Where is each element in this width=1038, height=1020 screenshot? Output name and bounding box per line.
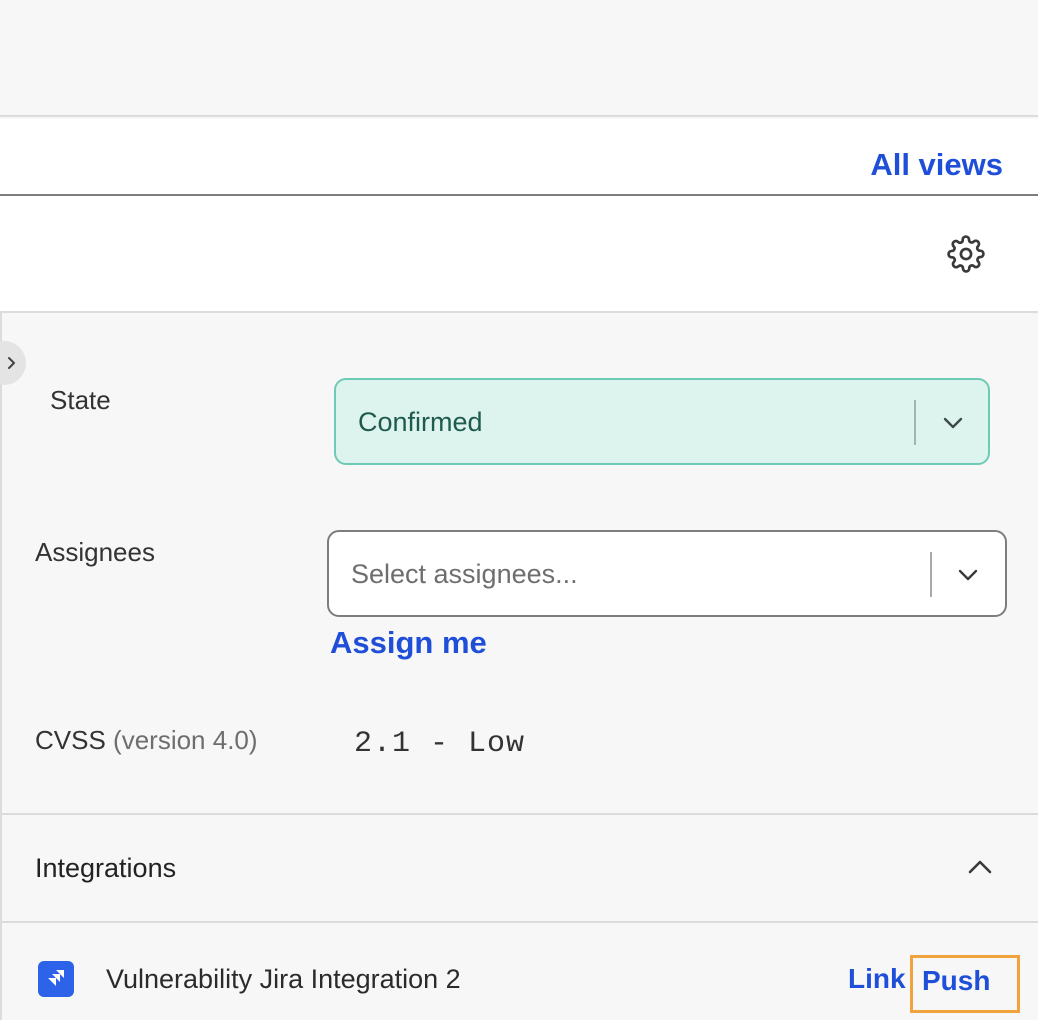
integrations-collapse-button[interactable] [962,849,998,885]
collapse-sidebar-button[interactable] [0,341,26,385]
state-value: Confirmed [358,407,483,437]
integration-name: Vulnerability Jira Integration 2 [106,964,461,994]
cvss-label-text: CVSS [35,725,106,755]
settings-bar [0,196,1038,313]
integrations-heading: Integrations [35,853,177,883]
select-divider [930,552,932,597]
assignees-placeholder: Select assignees... [351,559,578,589]
views-bar: All views [0,119,1038,196]
divider [2,813,1038,815]
settings-button[interactable] [944,232,988,276]
vulnerability-detail-page: All views State Confirmed Assignees Sele… [0,0,1038,1020]
cvss-version: (version 4.0) [113,725,258,755]
top-band [0,0,1038,117]
assign-me-link[interactable]: Assign me [330,625,487,661]
divider [2,921,1038,923]
gear-icon [947,235,985,273]
link-button[interactable]: Link [848,963,906,995]
assignees-label: Assignees [35,537,155,567]
chevron-down-icon[interactable] [953,560,983,590]
chevron-up-icon [968,860,992,874]
select-divider [914,400,916,445]
cvss-label: CVSS (version 4.0) [35,725,258,756]
jira-icon [38,961,74,997]
cvss-score: 2.1 - Low [354,727,526,761]
sidebar-panel: State Confirmed Assignees Select assigne… [0,313,1038,1020]
state-select[interactable]: Confirmed [334,378,990,465]
state-label: State [50,385,111,415]
assignees-select[interactable]: Select assignees... [327,530,1007,617]
chevron-right-icon [8,357,15,369]
chevron-down-icon[interactable] [938,408,968,438]
push-button[interactable]: Push [910,955,1020,1013]
all-views-link[interactable]: All views [870,147,1003,183]
